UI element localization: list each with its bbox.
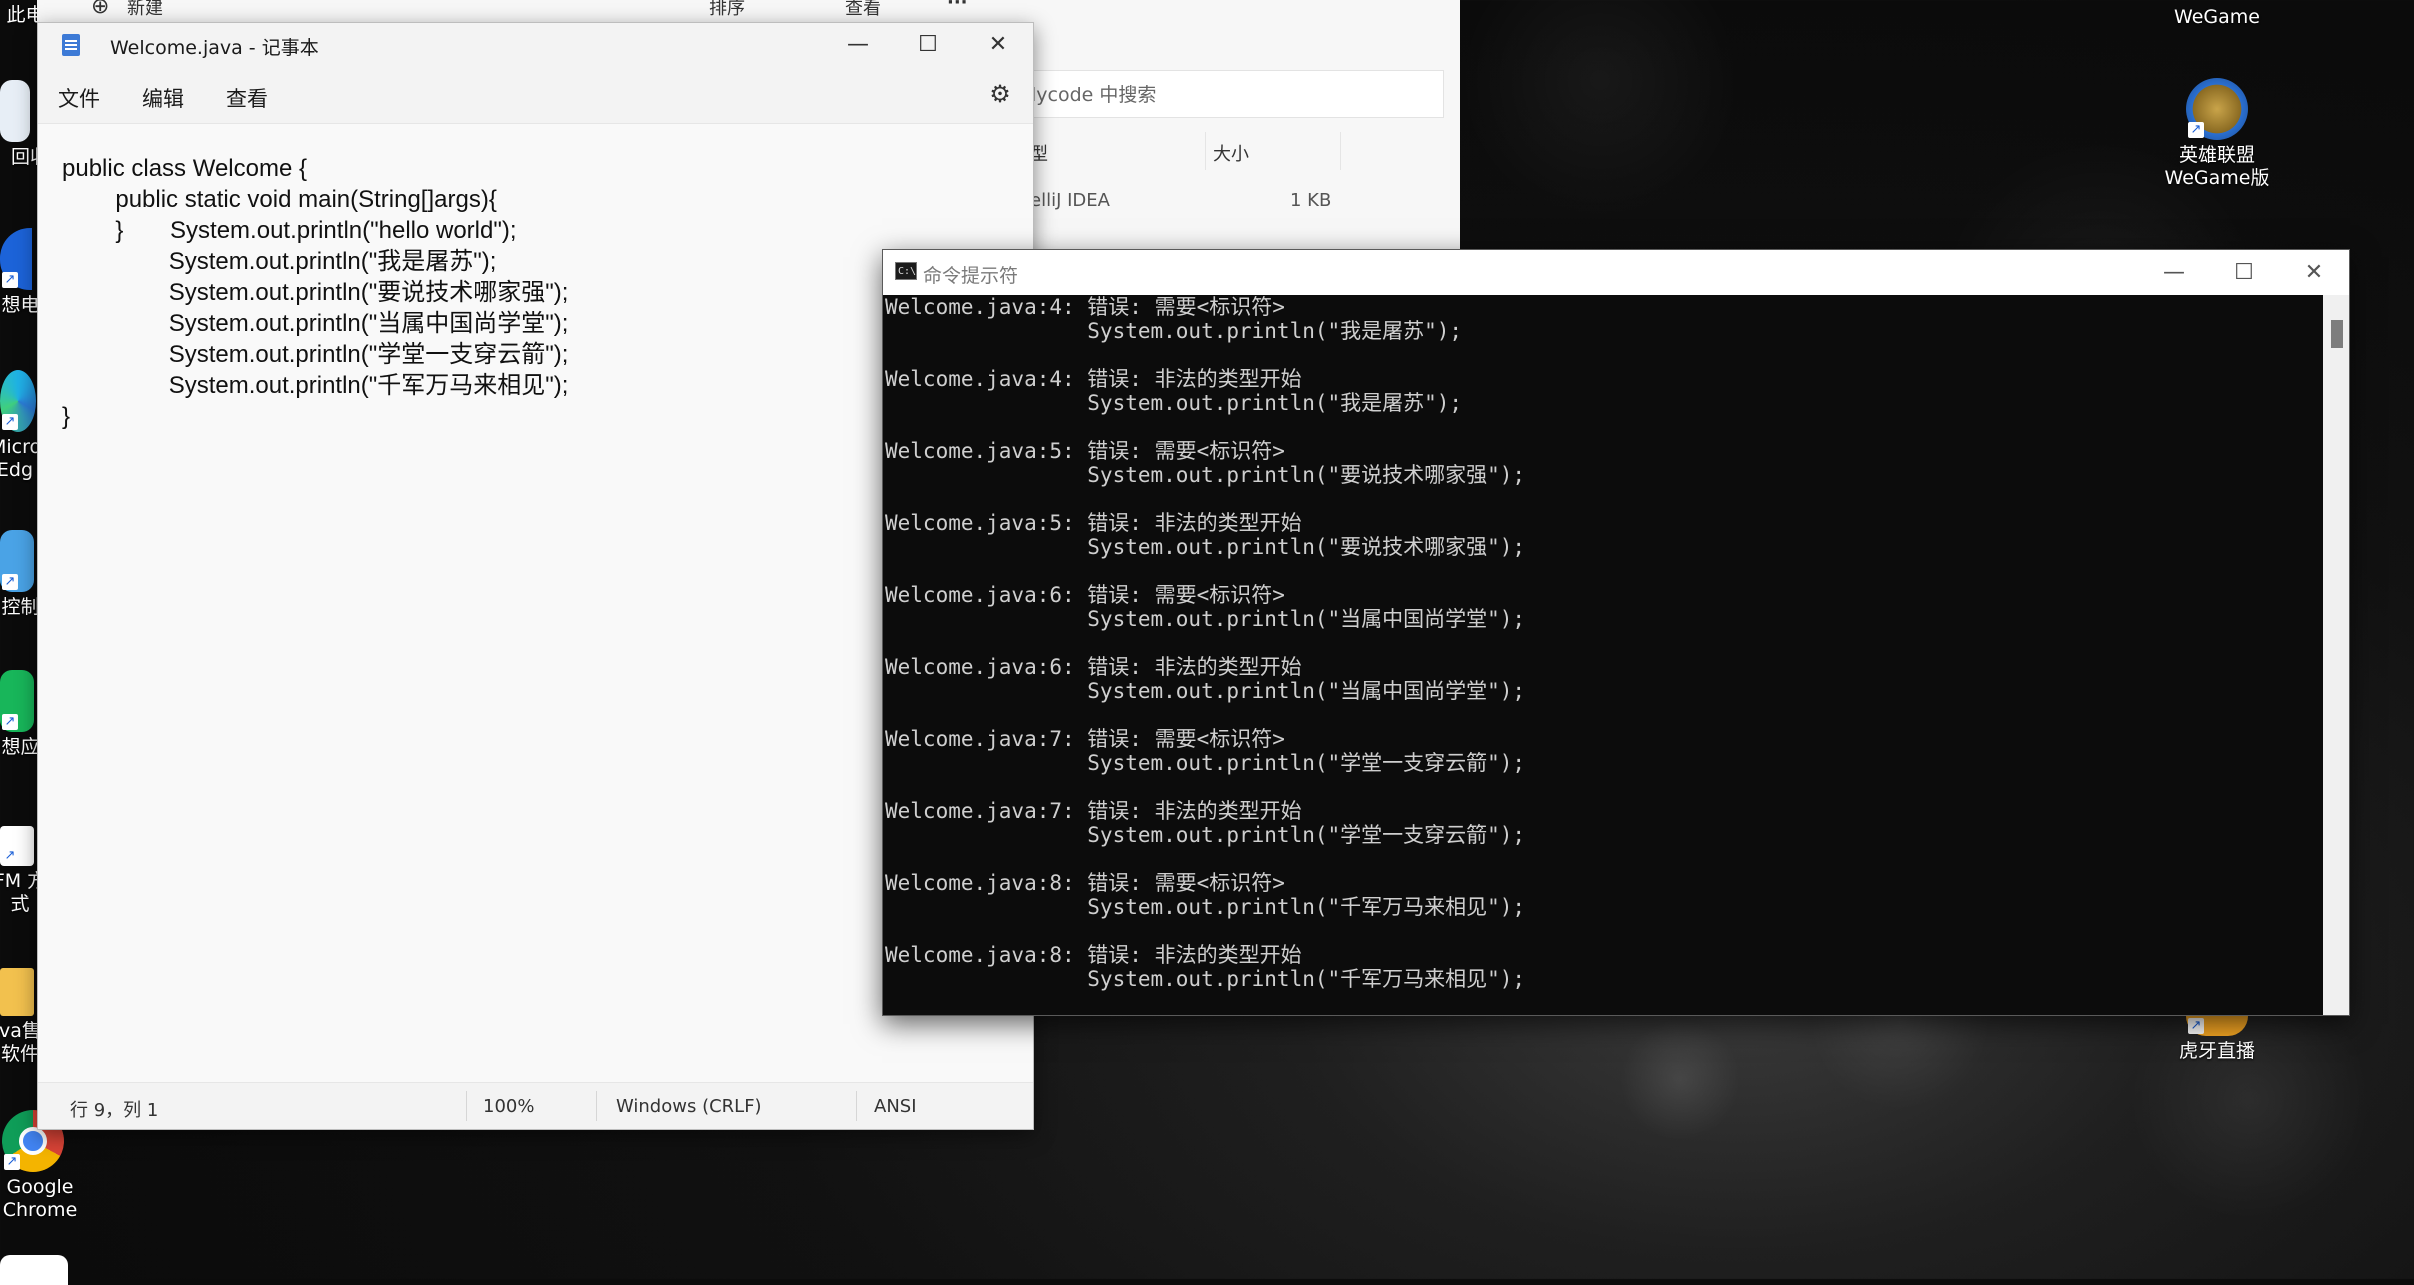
maximize-button[interactable]: ☐ [893, 23, 963, 67]
maximize-button[interactable]: ☐ [2209, 250, 2279, 295]
control-panel-icon: ↗ [0, 530, 34, 592]
shortcut-arrow-icon: ↗ [2, 848, 18, 864]
desktop-icon-label: 英雄联盟 WeGame版 [2164, 144, 2270, 189]
plus-icon: ⊕ [91, 0, 110, 19]
huya-icon: ↗ [2186, 1014, 2248, 1036]
notepad-titlebar[interactable]: Welcome.java - 记事本 — ☐ ✕ [38, 23, 1033, 67]
desktop-icon-label: Google Chrome [2, 1176, 78, 1221]
status-divider [466, 1091, 467, 1121]
shortcut-arrow-icon: ↗ [2, 272, 18, 288]
recycle-bin-icon [0, 80, 30, 142]
shortcut-arrow-icon: ↗ [2, 414, 18, 430]
close-button[interactable]: ✕ [963, 23, 1033, 67]
scrollbar-thumb[interactable] [2331, 320, 2343, 348]
desktop-icon-label: 虎牙直播 [2178, 1040, 2255, 1062]
desktop-icon-wegame[interactable]: WeGame [2162, 6, 2272, 29]
zoom-level: 100% [483, 1096, 535, 1117]
gear-icon[interactable]: ⚙ [987, 81, 1013, 107]
desktop-icon-partial-bottom[interactable] [0, 1255, 68, 1285]
cmd-titlebar[interactable]: C:\ 命令提示符 — ☐ ✕ [883, 250, 2349, 295]
minimize-button[interactable]: — [2139, 250, 2209, 295]
desktop-icon-huya[interactable]: ↗ 虎牙直播 [2162, 1014, 2272, 1063]
edge-icon: ↗ [0, 370, 36, 432]
menu-file[interactable]: 文件 [58, 83, 100, 113]
menu-edit[interactable]: 编辑 [142, 83, 184, 113]
status-divider [596, 1091, 597, 1121]
minimize-button[interactable]: — [823, 23, 893, 67]
column-divider [1205, 132, 1206, 170]
file-row-type[interactable]: elliJ IDEA [1030, 190, 1110, 211]
cursor-position: 行 9，列 1 [70, 1100, 159, 1121]
file-row-size[interactable]: 1 KB [1290, 190, 1331, 211]
command-prompt-window: C:\ 命令提示符 — ☐ ✕ Welcome.java:4: 错误: 需要<标… [882, 249, 2350, 1016]
explorer-top-strip: ⊕ 新建 排序 查看 ··· [37, 0, 1460, 22]
sort-button[interactable]: 排序 [709, 0, 745, 20]
column-header-size[interactable]: 大小 [1213, 140, 1249, 166]
desktop-icon-label: Micro Edg [0, 436, 42, 481]
menu-view[interactable]: 查看 [226, 83, 268, 113]
notepad-text-area[interactable]: public class Welcome { public static voi… [62, 153, 568, 432]
cmd-output-area[interactable]: Welcome.java:4: 错误: 需要<标识符> System.out.p… [885, 295, 2323, 1015]
explorer-search-input[interactable]: lycode 中搜索 [1020, 70, 1444, 118]
notepad-statusbar: 行 9，列 1 100% Windows (CRLF) ANSI [38, 1082, 1033, 1129]
window-title: 命令提示符 [923, 265, 1019, 287]
phone-app-icon: ↗ [0, 670, 34, 732]
vertical-scrollbar[interactable] [2323, 295, 2349, 1015]
notepad-icon [62, 34, 80, 56]
lenovo-icon: ↗ [0, 228, 32, 290]
shortcut-arrow-icon: ↗ [2, 574, 18, 590]
shortcut-arrow-icon: ↗ [2188, 122, 2204, 138]
view-button[interactable]: 查看 [845, 0, 881, 20]
shortcut-arrow-icon: ↗ [4, 1154, 20, 1170]
shortcut-arrow-icon: ↗ [2188, 1018, 2204, 1034]
close-button[interactable]: ✕ [2279, 250, 2349, 295]
desktop-icon-lol-wegame[interactable]: ↗ 英雄联盟 WeGame版 [2162, 78, 2272, 190]
line-ending: Windows (CRLF) [616, 1096, 762, 1117]
more-button[interactable]: ··· [947, 0, 968, 13]
notepad-menubar: 文件 编辑 查看 ⚙ [38, 67, 1033, 124]
new-button[interactable]: 新建 [127, 0, 163, 20]
window-title: Welcome.java - 记事本 [110, 37, 319, 59]
encoding: ANSI [874, 1096, 917, 1117]
league-of-legends-icon: ↗ [2186, 78, 2248, 140]
cmd-icon: C:\ [895, 262, 917, 280]
desktop-icon-label: WeGame [2174, 6, 2260, 28]
cmd-output-text: Welcome.java:4: 错误: 需要<标识符> System.out.p… [885, 295, 1526, 991]
folder-icon [0, 968, 34, 1016]
fm-app-icon: ↗ [0, 826, 34, 866]
desktop-icon-partial-right[interactable] [2395, 100, 2414, 320]
column-divider [1340, 132, 1341, 170]
shortcut-arrow-icon: ↗ [2, 714, 18, 730]
